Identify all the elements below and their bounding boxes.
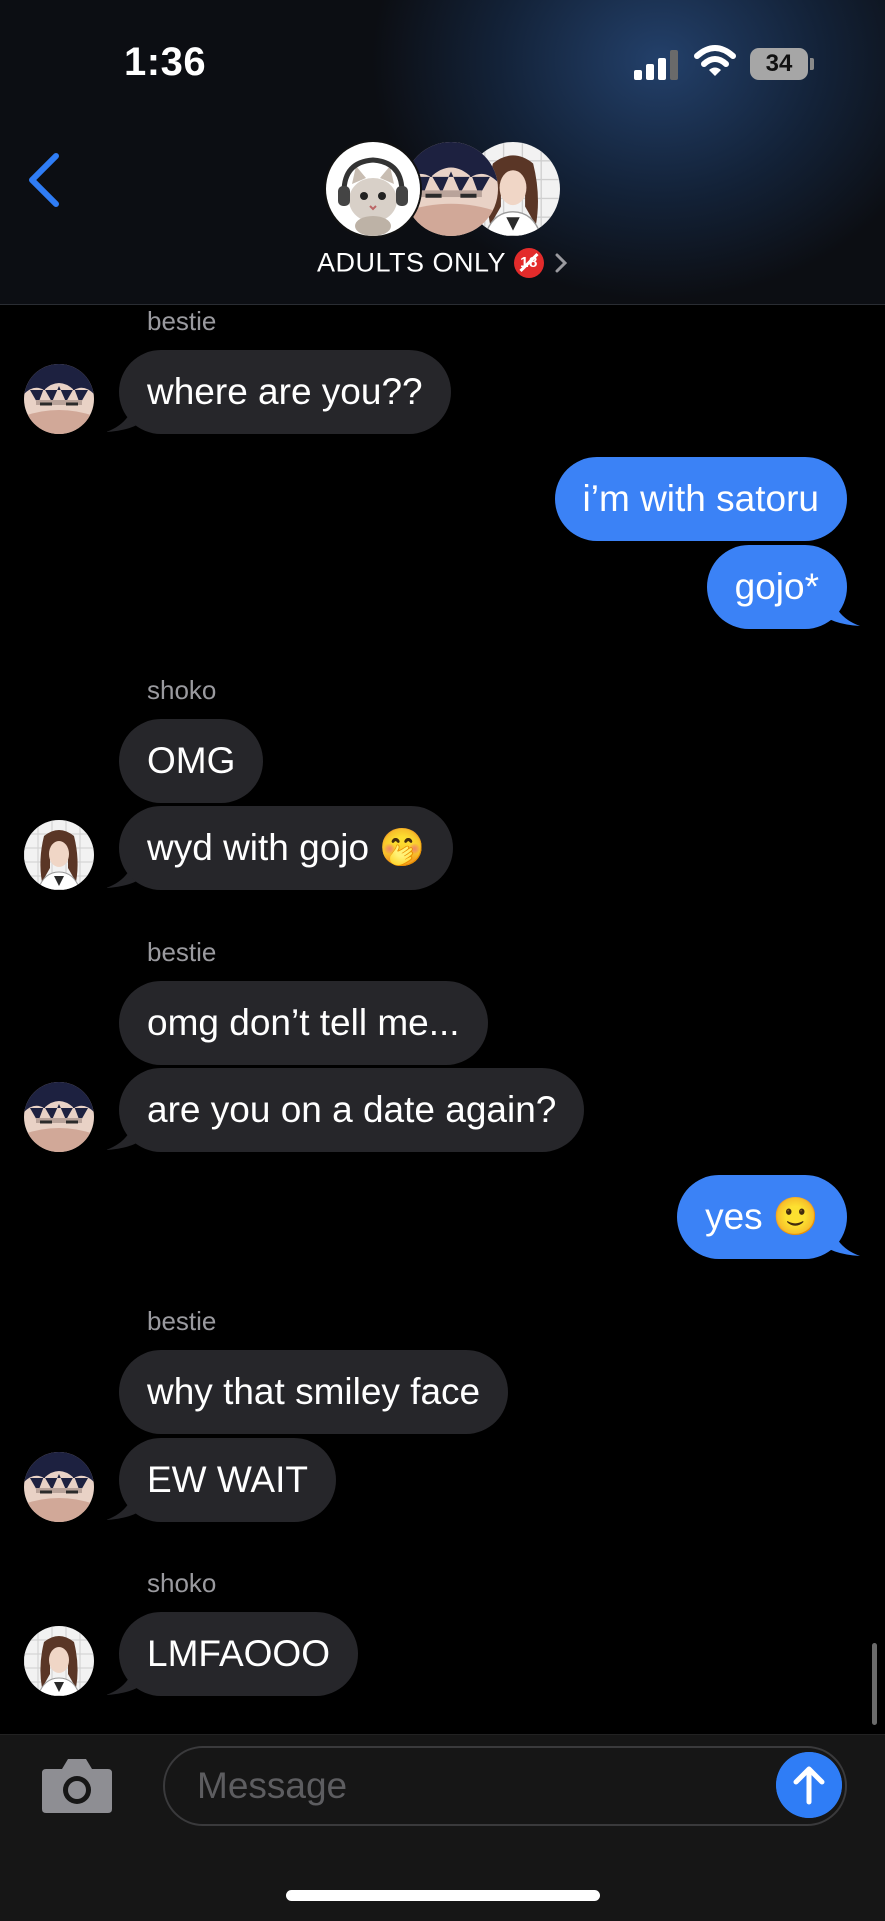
group-title[interactable]: ADULTS ONLY 18 xyxy=(0,246,885,278)
message-input[interactable]: Message xyxy=(163,1746,847,1826)
bestie-avatar[interactable] xyxy=(24,364,94,434)
shoko-avatar[interactable] xyxy=(24,820,94,890)
sender-label: shoko xyxy=(147,1568,217,1598)
home-indicator[interactable] xyxy=(286,1890,600,1901)
incoming-message[interactable]: where are you?? xyxy=(119,350,451,434)
incoming-message[interactable]: why that smiley face xyxy=(119,1350,509,1434)
battery-level: 34 xyxy=(765,50,793,77)
incoming-message[interactable]: are you on a date again? xyxy=(119,1068,585,1152)
wifi-icon xyxy=(694,45,736,76)
chevron-right-icon xyxy=(555,253,568,273)
status-time: 1:36 xyxy=(124,40,207,84)
group-avatars[interactable] xyxy=(326,142,566,238)
battery-cap xyxy=(810,58,814,70)
incoming-message[interactable]: OMG xyxy=(119,719,264,803)
sender-label: bestie xyxy=(147,937,217,967)
sender-label: bestie xyxy=(147,306,217,336)
outgoing-message[interactable]: gojo* xyxy=(706,545,847,629)
send-arrow-icon[interactable] xyxy=(776,1752,842,1818)
sender-label: shoko xyxy=(147,675,217,705)
conversation-header: 1:36 34 ADULTS ONLY 18 xyxy=(0,0,885,305)
back-chevron-icon[interactable] xyxy=(26,152,62,208)
outgoing-message[interactable]: i’m with satoru xyxy=(554,457,847,541)
bestie-avatar[interactable] xyxy=(24,1082,94,1152)
incoming-message[interactable]: LMFAOOO xyxy=(119,1612,358,1696)
incoming-message[interactable]: wyd with gojo 🤭 xyxy=(119,806,454,890)
cat-avatar xyxy=(326,142,420,236)
no-18-badge-icon: 18 xyxy=(514,247,545,278)
shoko-avatar[interactable] xyxy=(24,1626,94,1696)
sender-label: bestie xyxy=(147,1306,217,1336)
group-name: ADULTS ONLY xyxy=(316,247,507,278)
outgoing-message[interactable]: yes 🙂 xyxy=(677,1175,847,1259)
signal-icon xyxy=(634,48,680,80)
incoming-message[interactable]: EW WAIT xyxy=(119,1438,336,1522)
scrollbar[interactable] xyxy=(872,1643,877,1725)
camera-icon[interactable] xyxy=(40,1755,114,1815)
battery-icon: 34 xyxy=(750,48,808,80)
message-placeholder: Message xyxy=(197,1765,348,1806)
bestie-avatar[interactable] xyxy=(24,1452,94,1522)
incoming-message[interactable]: omg don’t tell me... xyxy=(119,981,488,1065)
